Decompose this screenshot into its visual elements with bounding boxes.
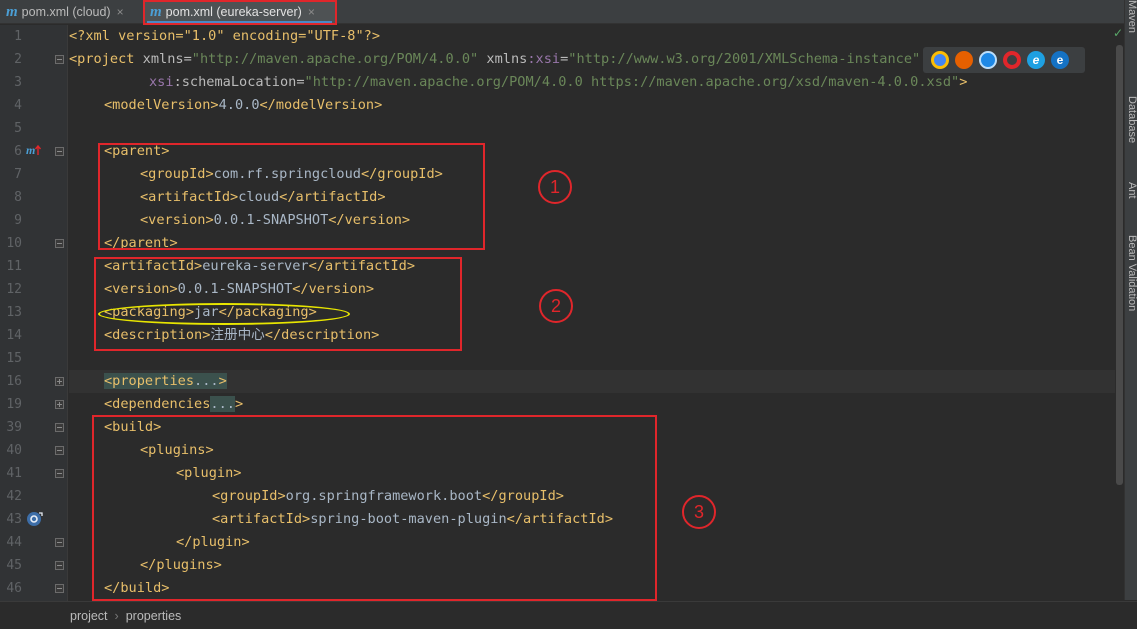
tool-window-database[interactable]: Database xyxy=(1125,96,1137,143)
chrome-icon[interactable] xyxy=(931,51,949,69)
line-number: 45 xyxy=(6,558,22,573)
tab-pom-cloud[interactable]: m pom.xml (cloud) × xyxy=(0,0,142,24)
edge-icon[interactable]: e xyxy=(1051,51,1069,69)
breadcrumb: project › properties xyxy=(0,601,1137,629)
line-number: 8 xyxy=(14,190,22,205)
tab-label: pom.xml (cloud) xyxy=(21,5,111,19)
annotation-box-build xyxy=(92,415,657,601)
line-number: 5 xyxy=(14,121,22,136)
inspection-ok-icon[interactable]: ✓ xyxy=(1113,26,1123,40)
annotation-ellipse-packaging xyxy=(98,303,350,325)
breadcrumb-item-project[interactable]: project xyxy=(70,609,108,623)
line-number: 13 xyxy=(6,305,22,320)
xml-declaration: <?xml version="1.0" encoding="UTF-8"?> xyxy=(69,28,380,44)
opera-icon[interactable] xyxy=(1003,51,1021,69)
line-number: 11 xyxy=(6,259,22,274)
line-number: 42 xyxy=(6,489,22,504)
fold-toggle[interactable] xyxy=(55,239,64,248)
line-number: 43 xyxy=(6,512,22,527)
tool-window-maven[interactable]: Maven xyxy=(1125,0,1137,33)
ie-icon[interactable]: e xyxy=(1027,51,1045,69)
annotation-number-2: 2 xyxy=(539,289,573,323)
folded-properties[interactable]: <properties xyxy=(104,373,195,389)
line-number: 40 xyxy=(6,443,22,458)
line-number: 15 xyxy=(6,351,22,366)
fold-toggle[interactable] xyxy=(55,584,64,593)
namespace: :xsi xyxy=(527,51,561,67)
line-number: 19 xyxy=(6,397,22,412)
code-line-1: <?xml version="1.0" encoding="UTF-8"?> xyxy=(69,25,380,48)
code-line-19: <dependencies...> xyxy=(104,396,244,412)
annotation-box-parent xyxy=(98,143,485,250)
browser-preview-toolbar: e e xyxy=(923,47,1085,73)
tag: <project xyxy=(69,51,135,67)
annotation-number-3: 3 xyxy=(682,495,716,529)
spring-boot-run-icon[interactable] xyxy=(26,511,44,527)
code-editor[interactable]: <?xml version="1.0" encoding="UTF-8"?> <… xyxy=(69,25,1115,601)
active-tab-annotation-box xyxy=(143,0,337,25)
code-line-3: xsi:schemaLocation="http://maven.apache.… xyxy=(149,74,968,90)
fold-toggle[interactable] xyxy=(55,423,64,432)
namespace: xsi xyxy=(149,74,174,90)
tool-window-ant[interactable]: Ant xyxy=(1125,182,1137,199)
firefox-icon[interactable] xyxy=(955,51,973,69)
line-number: 44 xyxy=(6,535,22,550)
fold-toggle[interactable] xyxy=(55,538,64,547)
fold-toggle[interactable] xyxy=(55,55,64,64)
code-line-16: <properties...> xyxy=(104,373,227,389)
line-number: 41 xyxy=(6,466,22,481)
breadcrumb-separator-icon: › xyxy=(114,608,119,623)
scrollbar-thumb[interactable] xyxy=(1116,45,1123,485)
line-number: 12 xyxy=(6,282,22,297)
line-number: 10 xyxy=(6,236,22,251)
line-number: 2 xyxy=(14,52,22,67)
fold-toggle[interactable] xyxy=(55,400,64,409)
close-icon[interactable]: × xyxy=(117,5,124,19)
line-number: 7 xyxy=(14,167,22,182)
line-number: 6 xyxy=(14,144,22,159)
fold-toggle[interactable] xyxy=(55,561,64,570)
line-number: 14 xyxy=(6,328,22,343)
editor-tab-bar: m pom.xml (cloud) × m pom.xml (eureka-se… xyxy=(0,0,1137,25)
attr-value: "http://maven.apache.org/POM/4.0.0" xyxy=(191,51,479,67)
annotation-number-1: 1 xyxy=(538,170,572,204)
attr: xmlns xyxy=(486,51,528,67)
line-number: 1 xyxy=(14,29,22,44)
right-tool-strip: Maven Database Ant Bean Validation xyxy=(1124,0,1137,600)
attr: xmlns xyxy=(142,51,184,67)
tool-window-bean-validation[interactable]: Bean Validation xyxy=(1125,235,1137,311)
attr: :schemaLocation xyxy=(173,74,297,90)
line-number: 46 xyxy=(6,581,22,596)
code-line-2: <project xmlns="http://maven.apache.org/… xyxy=(69,51,921,67)
code-line-4: <modelVersion>4.0.0</modelVersion> xyxy=(104,97,383,113)
line-number-gutter: 1 2 3 4 5 6 7 8 9 10 11 12 13 14 15 16 1… xyxy=(0,25,86,601)
svg-text:m: m xyxy=(26,143,35,157)
folded-dependencies[interactable]: <dependencies xyxy=(104,396,210,412)
vertical-scrollbar[interactable] xyxy=(1115,25,1124,601)
attr-value: "http://maven.apache.org/POM/4.0.0 https… xyxy=(304,74,960,90)
line-number: 4 xyxy=(14,98,22,113)
line-number: 9 xyxy=(14,213,22,228)
attr-value: "http://www.w3.org/2001/XMLSchema-instan… xyxy=(568,51,921,67)
line-number: 39 xyxy=(6,420,22,435)
maven-parent-icon[interactable]: m xyxy=(26,143,42,157)
fold-toggle[interactable] xyxy=(55,446,64,455)
safari-icon[interactable] xyxy=(979,51,997,69)
fold-toggle[interactable] xyxy=(55,469,64,478)
line-number: 16 xyxy=(6,374,22,389)
maven-file-icon: m xyxy=(6,3,18,20)
line-number: 3 xyxy=(14,75,22,90)
breadcrumb-item-properties[interactable]: properties xyxy=(126,609,182,623)
fold-toggle[interactable] xyxy=(55,377,64,386)
fold-toggle[interactable] xyxy=(55,147,64,156)
